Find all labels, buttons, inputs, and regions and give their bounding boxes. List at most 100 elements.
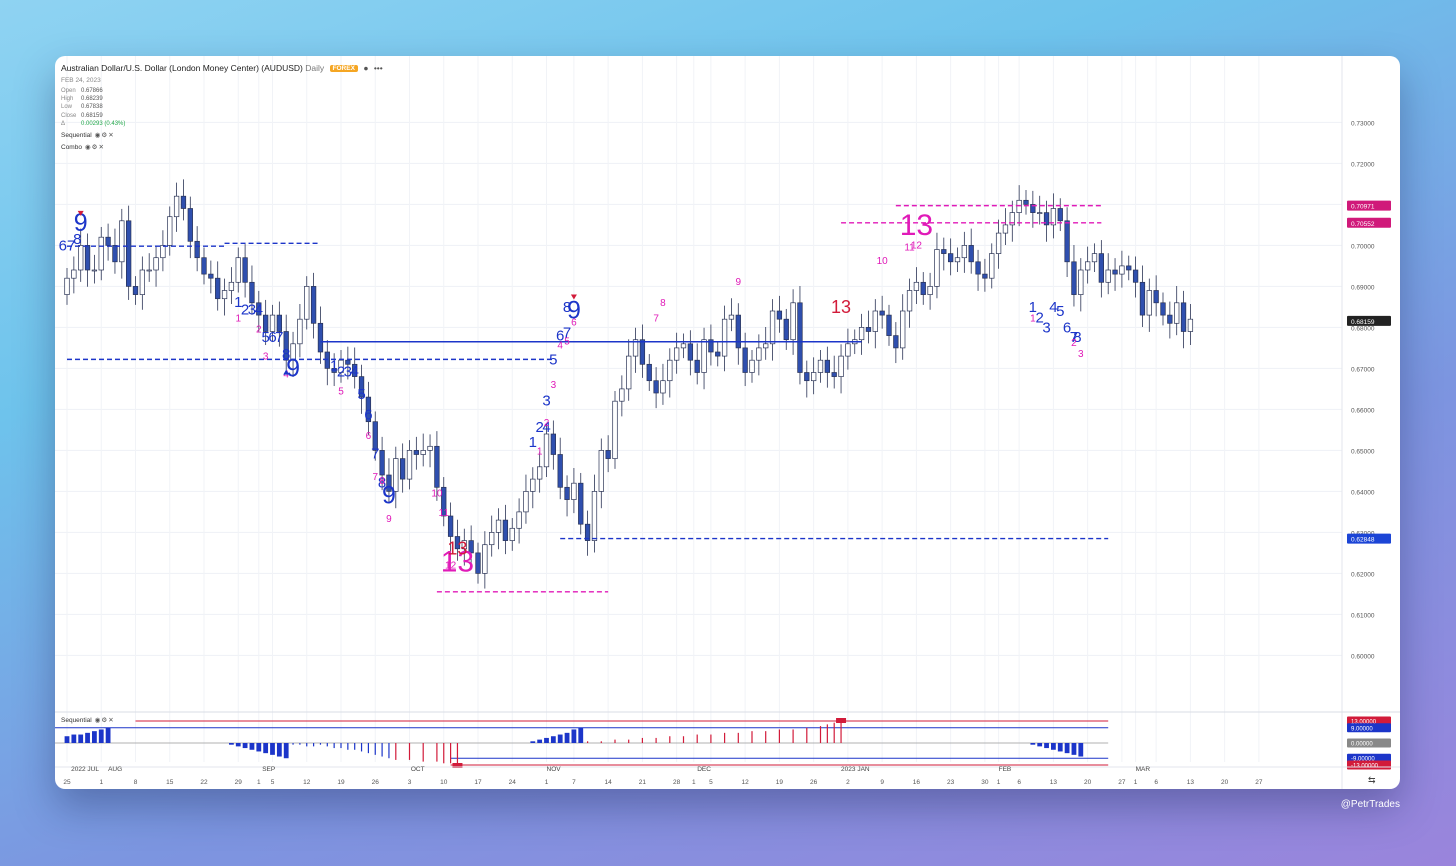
sequential-bar xyxy=(242,743,248,749)
sequential-bar xyxy=(778,729,780,743)
count-label: 9 xyxy=(736,277,742,288)
candle-body xyxy=(1160,302,1166,316)
y-tick-label: 0.65000 xyxy=(1351,448,1375,455)
sequential-bar xyxy=(333,743,335,749)
candle-body xyxy=(900,310,906,349)
count-label: 13 xyxy=(831,297,851,317)
sequential-bar xyxy=(71,734,77,743)
sequential-bar xyxy=(600,741,602,743)
count-label: 3 xyxy=(1042,319,1050,336)
candle-body xyxy=(721,318,728,357)
reset-scale-icon[interactable]: ⇆ xyxy=(1368,775,1376,785)
sequential-bar xyxy=(360,743,363,752)
sequential-bar xyxy=(564,732,570,743)
sequential-bar xyxy=(395,743,397,760)
extreme-marker xyxy=(836,718,847,723)
month-label: AUG xyxy=(108,766,122,773)
candle-body xyxy=(420,450,426,455)
candle-body xyxy=(879,310,885,316)
more-options-icon[interactable]: ••• xyxy=(374,63,383,73)
count-label: 9 xyxy=(386,514,392,525)
interval-label[interactable]: Daily xyxy=(305,63,324,73)
ohlc-label: Open xyxy=(61,88,76,94)
x-tick-label: 19 xyxy=(776,779,784,786)
candle-body xyxy=(447,515,454,537)
candle-body xyxy=(91,269,98,272)
indicator-label: Sequential xyxy=(61,132,92,139)
sequential-bar xyxy=(283,743,289,759)
sequential-bar xyxy=(388,743,390,759)
ohlc-label: Close xyxy=(61,112,77,119)
sequential-bar xyxy=(1044,743,1049,749)
count-label: 10 xyxy=(431,488,443,499)
chart-card: 0.730000.720000.710000.700000.690000.680… xyxy=(55,56,1400,789)
sequential-bar xyxy=(270,743,275,755)
candle-body xyxy=(886,314,892,336)
candle-body xyxy=(639,339,646,365)
candle-body xyxy=(530,478,536,492)
sequential-bar xyxy=(340,743,342,749)
sequential-bar xyxy=(64,736,70,743)
candle-body xyxy=(763,343,769,349)
candle-body xyxy=(571,482,577,500)
candle-body xyxy=(797,302,803,373)
sequential-bar xyxy=(578,727,584,743)
candle-body xyxy=(78,245,84,271)
candle-body xyxy=(194,240,200,259)
eye-gear-close-icons[interactable]: ◉⚙✕ xyxy=(95,132,115,139)
x-tick-label: 28 xyxy=(673,779,681,786)
symbol-title[interactable]: Australian Dollar/U.S. Dollar (London Mo… xyxy=(61,63,303,73)
bar-date: FEB 24, 2023 xyxy=(61,77,101,84)
candle-body xyxy=(1105,269,1111,283)
candle-body xyxy=(146,269,152,272)
candle-body xyxy=(557,454,563,488)
indicator-sequential[interactable]: Sequential ◉⚙✕ xyxy=(61,131,115,139)
sequential-bar xyxy=(436,743,438,762)
y-tick-label: 0.66000 xyxy=(1351,407,1375,414)
sequential-bar xyxy=(422,743,424,762)
x-tick-label: 26 xyxy=(810,779,818,786)
market-badge: FOREX xyxy=(329,65,358,72)
count-annotations: 9867123456789 123456789124356789 123456781… xyxy=(59,209,1084,578)
x-tick-label: 29 xyxy=(235,779,243,786)
candle-body xyxy=(1139,281,1146,316)
sequential-bar xyxy=(347,743,349,750)
subpanel-tag-label: 0.00000 xyxy=(1351,742,1373,748)
month-label: DEC xyxy=(697,766,711,773)
sequential-bar xyxy=(682,736,685,743)
ohlc-value: 0.68239 xyxy=(81,96,103,103)
sequential-bar xyxy=(319,743,322,745)
candle-body xyxy=(1112,269,1118,275)
subpanel-legend[interactable]: Sequential ◉⚙✕ xyxy=(61,716,115,724)
indicator-combo[interactable]: Combo ◉⚙✕ xyxy=(61,143,105,151)
sequential-bar xyxy=(737,732,739,743)
sequential-bar xyxy=(792,729,794,743)
sequential-bar xyxy=(367,743,369,754)
ohlc-row: Low 0.67838 xyxy=(61,103,125,111)
candle-body xyxy=(790,302,796,341)
candle-body xyxy=(1084,261,1091,271)
candle-body xyxy=(317,322,324,353)
candle-body xyxy=(680,343,687,349)
candle-body xyxy=(715,351,721,357)
candle-body xyxy=(167,216,173,246)
month-label: 2023 JAN xyxy=(841,766,870,773)
x-tick-label: 26 xyxy=(372,779,380,786)
candle-body xyxy=(831,372,837,377)
candle-body xyxy=(1174,302,1180,324)
count-label: 10 xyxy=(877,256,889,267)
candle-body xyxy=(249,281,255,304)
eye-gear-close-icons[interactable]: ◉⚙✕ xyxy=(95,717,115,724)
sequential-bar xyxy=(587,741,589,743)
candle-body xyxy=(1016,199,1022,213)
count-label: 3 xyxy=(1078,349,1084,360)
price-chart[interactable]: 0.730000.720000.710000.700000.690000.680… xyxy=(55,56,1400,789)
candle-body xyxy=(502,519,509,541)
sequential-bar xyxy=(1030,743,1036,745)
ohlc-row: Close 0.68159 xyxy=(61,112,125,120)
sequential-bar xyxy=(249,743,255,750)
eye-gear-close-icons[interactable]: ◉⚙✕ xyxy=(85,144,105,151)
candle-body xyxy=(1064,220,1070,263)
price-tag-label: 0.70971 xyxy=(1351,204,1375,211)
x-tick-label: 17 xyxy=(474,779,482,786)
